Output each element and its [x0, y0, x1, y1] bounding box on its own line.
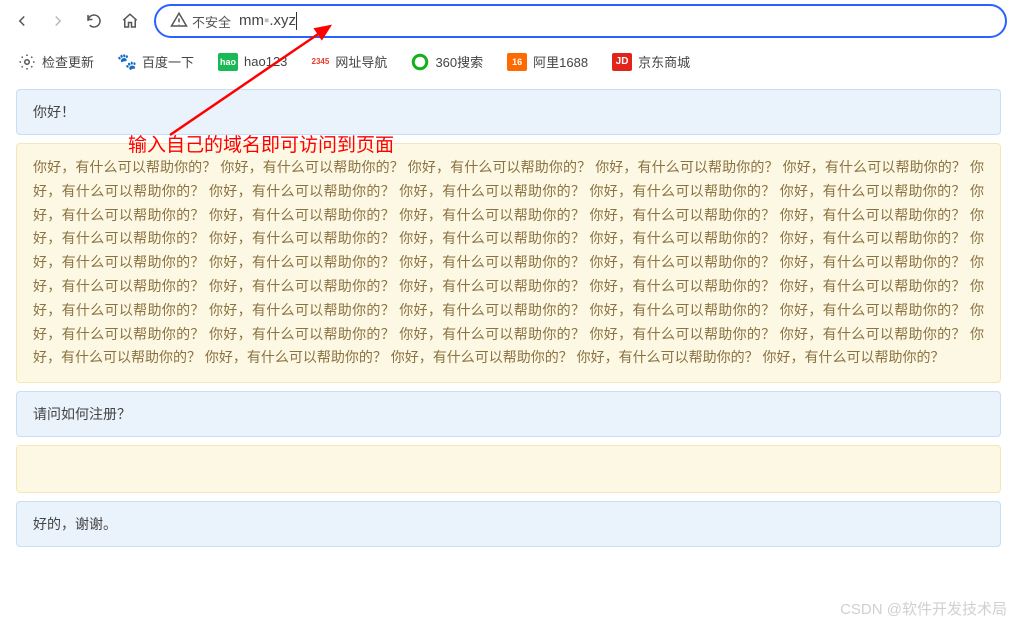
bookmark-jd[interactable]: JD 京东商城 [612, 52, 690, 71]
bookmark-hao123[interactable]: hao hao123 [218, 53, 287, 71]
bookmark-label: hao123 [244, 54, 287, 69]
browser-toolbar: 不安全 mm▪.xyz [0, 0, 1017, 42]
chat-bot-msg [16, 445, 1001, 493]
security-label: 不安全 [192, 12, 231, 31]
nav-forward-button[interactable] [46, 9, 70, 33]
chat-user-msg: 你好！ [16, 89, 1001, 135]
chat-bot-msg: 你好，有什么可以帮助你的？ 你好，有什么可以帮助你的？ 你好，有什么可以帮助你的… [16, 143, 1001, 383]
bookmark-360[interactable]: 360搜索 [411, 52, 483, 71]
chat-user-msg: 请问如何注册？ [16, 391, 1001, 437]
url-text[interactable]: mm▪.xyz [239, 12, 991, 30]
chat-text: 你好！ [33, 104, 75, 120]
bookmark-2345[interactable]: 2345 网址导航 [311, 52, 387, 71]
bookmark-label: 京东商城 [638, 52, 690, 71]
jd-icon: JD [612, 53, 632, 71]
bookmarks-bar: 检查更新 🐾 百度一下 hao hao123 2345 网址导航 360搜索 1… [0, 42, 1017, 79]
bookmark-label: 网址导航 [335, 52, 387, 71]
360-icon [411, 53, 429, 71]
bookmark-label: 百度一下 [142, 52, 194, 71]
baidu-icon: 🐾 [118, 53, 136, 71]
security-warning: 不安全 [170, 11, 231, 32]
settings-icon [18, 53, 36, 71]
nav-refresh-button[interactable] [82, 9, 106, 33]
chat-text: 请问如何注册？ [33, 406, 131, 422]
bookmark-update[interactable]: 检查更新 [18, 52, 94, 71]
nav2345-icon: 2345 [311, 53, 329, 71]
watermark: CSDN @软件开发技术局 [840, 598, 1007, 619]
bookmark-baidu[interactable]: 🐾 百度一下 [118, 52, 194, 71]
bookmark-label: 阿里1688 [533, 52, 588, 71]
warning-icon [170, 11, 188, 32]
bookmark-label: 360搜索 [435, 52, 483, 71]
chat-text: 好的，谢谢。 [33, 516, 117, 532]
chat-container: 你好！ 你好，有什么可以帮助你的？ 你好，有什么可以帮助你的？ 你好，有什么可以… [0, 89, 1017, 547]
bookmark-label: 检查更新 [42, 52, 94, 71]
nav-home-button[interactable] [118, 9, 142, 33]
nav-back-button[interactable] [10, 9, 34, 33]
hao123-icon: hao [218, 53, 238, 71]
ali-icon: 16 [507, 53, 527, 71]
chat-user-msg: 好的，谢谢。 [16, 501, 1001, 547]
url-bar[interactable]: 不安全 mm▪.xyz [154, 4, 1007, 38]
bookmark-ali1688[interactable]: 16 阿里1688 [507, 52, 588, 71]
